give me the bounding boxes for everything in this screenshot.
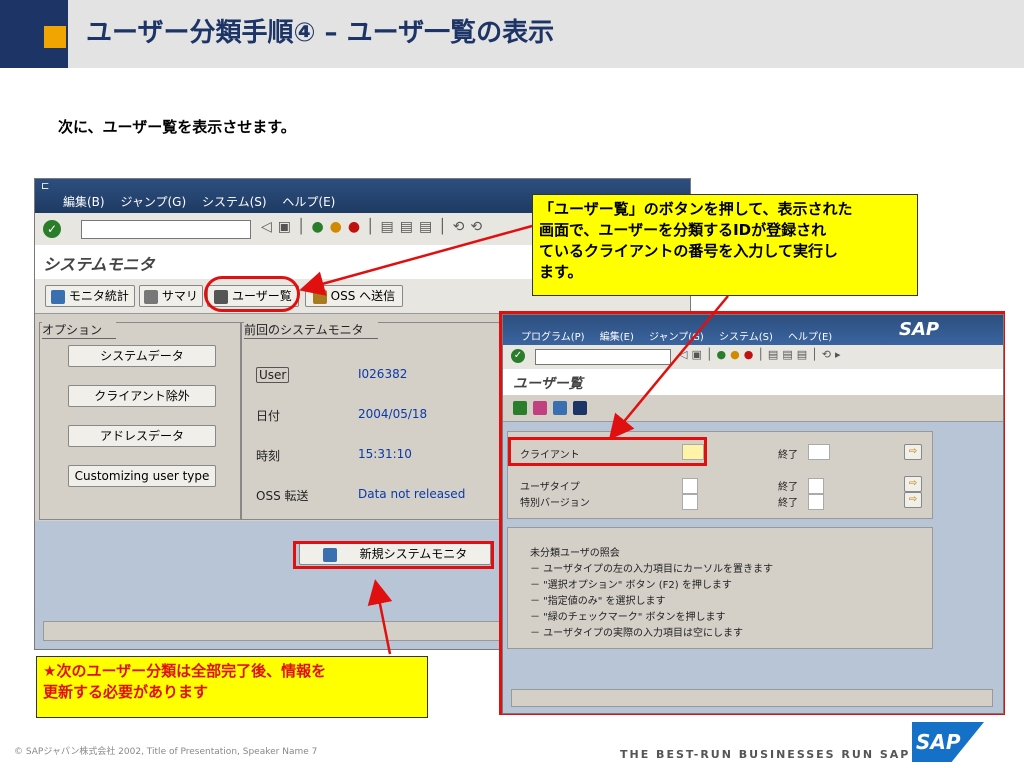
callout-instruction: 「ユーザー覧」のボタンを押して、表示された 画面で、ユーザーを分類するIDが登録… bbox=[532, 194, 918, 296]
arrow-to-user-list-button bbox=[299, 224, 533, 296]
arrow-to-new-monitor-button bbox=[367, 579, 393, 655]
callout-line: 更新する必要があります bbox=[43, 683, 209, 701]
annotation-arrows bbox=[299, 224, 729, 655]
callout-line: 「ユーザー覧」のボタンを押して、表示された bbox=[539, 200, 853, 218]
callout-line: ★次のユーザー分類は全部完了後、情報を bbox=[43, 662, 327, 680]
callout-line: ているクライアントの番号を入力して実行し bbox=[539, 242, 838, 260]
footer-copyright: © SAPジャパン株式会社 2002, Title of Presentatio… bbox=[14, 747, 318, 757]
arrow-to-client-field bbox=[608, 295, 729, 440]
callout-line: ます。 bbox=[539, 263, 583, 281]
footer-tagline: THE BEST-RUN BUSINESSES RUN SAP bbox=[620, 748, 911, 761]
callout-note: ★次のユーザー分類は全部完了後、情報を 更新する必要があります bbox=[36, 656, 428, 718]
callout-line: 画面で、ユーザーを分類するIDが登録され bbox=[539, 221, 827, 239]
